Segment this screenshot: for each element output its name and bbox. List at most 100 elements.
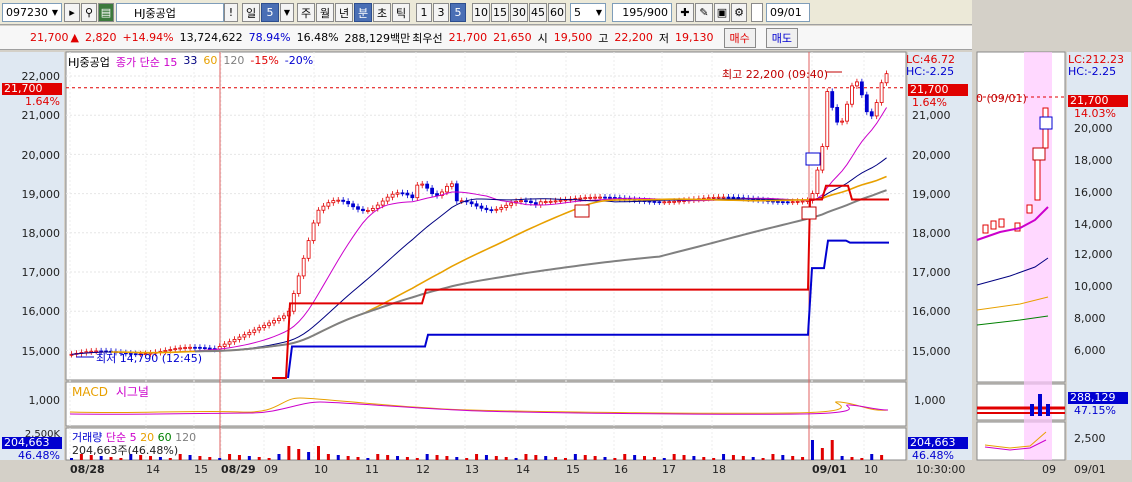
page-count-field[interactable]: 195/900: [612, 3, 672, 22]
candle-body: [543, 201, 548, 204]
volume-bar: [702, 457, 706, 460]
candle-body: [884, 73, 889, 84]
candle-body: [267, 322, 271, 326]
side-sell-signal: [1039, 116, 1053, 130]
alert-button[interactable]: !: [224, 3, 238, 22]
volume-bar: [801, 457, 805, 460]
candle-body: [859, 81, 864, 96]
candle-body: [193, 346, 197, 349]
buy-signal: [574, 204, 590, 218]
candle-body: [237, 336, 242, 340]
side-note: 0 (09/01): [976, 92, 1027, 105]
stock-code-input[interactable]: 097230 ▼: [2, 3, 62, 22]
candle-body: [830, 91, 835, 108]
candle-body: [785, 201, 790, 204]
candle-body: [420, 183, 425, 186]
stock-group-icon[interactable]: ▤: [98, 3, 114, 22]
candle-body: [825, 91, 830, 147]
tab-yearly[interactable]: 년: [335, 3, 353, 22]
minute-45[interactable]: 45: [529, 3, 547, 22]
current-price: 21,700: [30, 31, 69, 44]
volume-bar: [257, 457, 261, 460]
volume-bar: [287, 446, 291, 460]
candle-body: [479, 205, 484, 209]
date-input[interactable]: 09/01: [766, 3, 810, 22]
candle-body: [430, 187, 435, 195]
settings-icon[interactable]: ⚙: [731, 3, 747, 22]
volume-bar: [119, 458, 123, 460]
minute-10[interactable]: 10: [472, 3, 490, 22]
volume-bar: [593, 456, 597, 460]
minute-30[interactable]: 30: [510, 3, 528, 22]
crosshair-icon[interactable]: ✚: [676, 3, 694, 22]
candle-body: [282, 315, 286, 319]
candle-body: [588, 196, 593, 199]
volume-bar: [514, 458, 518, 460]
main-chart[interactable]: [0, 50, 1132, 482]
side-vol-tick: 2,500: [1074, 432, 1106, 445]
draw-tool-icon[interactable]: ✎: [695, 3, 713, 22]
current-time: 10:30:00: [916, 463, 966, 476]
legend-env-low2: -20%: [284, 54, 314, 67]
volume-bar: [781, 455, 785, 460]
minute-3[interactable]: 3: [433, 3, 449, 22]
stock-name-field[interactable]: HJ중공업: [116, 3, 224, 22]
tab-minute[interactable]: 분: [354, 3, 372, 22]
side-tick: 16,000: [1074, 186, 1113, 199]
tab-tick[interactable]: 틱: [392, 3, 410, 22]
volume-bar: [563, 458, 567, 460]
candle-body: [370, 208, 375, 211]
volume-bar: [643, 456, 647, 460]
macd-signal: 시그널: [115, 385, 149, 399]
volume-bar: [445, 456, 449, 460]
side-vol-bar: [1038, 394, 1042, 416]
minute-60[interactable]: 60: [548, 3, 566, 22]
tab-second[interactable]: 초: [373, 3, 391, 22]
legend-env-low: -15%: [250, 54, 279, 67]
volume-tag-right: 204,663: [908, 437, 968, 449]
tab-weekly[interactable]: 주: [297, 3, 315, 22]
volume-info: 204,663주(46.48%): [72, 444, 179, 457]
search-icon[interactable]: ⚲: [81, 3, 97, 22]
turnover-ratio: 16.48%: [296, 31, 339, 44]
minute-15[interactable]: 15: [491, 3, 509, 22]
candle-body: [800, 200, 805, 203]
buy-button[interactable]: 매수: [723, 27, 756, 48]
macd-tick-left: 1,000: [28, 394, 61, 407]
volume-bar: [633, 455, 637, 460]
date-checkbox[interactable]: [751, 3, 763, 22]
volume-bar: [880, 455, 884, 460]
volume-bar: [544, 456, 548, 460]
buy-signal: [801, 206, 817, 220]
candle-body: [879, 82, 884, 103]
legend-ma15: 종가 단순 15: [115, 56, 178, 69]
open-price: 19,500: [553, 31, 593, 44]
save-icon[interactable]: ▣: [714, 3, 730, 22]
candle-body: [815, 169, 820, 195]
sell-signal: [805, 152, 821, 166]
high-price: 22,200: [614, 31, 653, 44]
tab-period-value[interactable]: 5: [261, 3, 279, 22]
tab-daily[interactable]: 일: [242, 3, 260, 22]
candle-body: [874, 102, 879, 117]
minute-5[interactable]: 5: [450, 3, 466, 22]
candle-body: [489, 209, 494, 212]
y-tick-18000: 18,000: [21, 227, 61, 240]
minute-1[interactable]: 1: [416, 3, 432, 22]
candle-body: [202, 347, 207, 350]
volume-bar: [376, 454, 380, 460]
candle-body: [657, 201, 662, 204]
count-input[interactable]: 5 ▼: [570, 3, 606, 22]
expand-icon[interactable]: ▸: [64, 3, 80, 22]
volume-bar: [267, 458, 271, 460]
candle-body: [864, 94, 869, 113]
tab-monthly[interactable]: 월: [316, 3, 334, 22]
y-tick-15000: 15,000: [21, 345, 61, 358]
period-dropdown-icon[interactable]: ▼: [280, 3, 294, 22]
side-x-label: 09: [1042, 463, 1056, 476]
volume-bar: [830, 440, 834, 460]
volume-bar: [524, 454, 528, 460]
sell-button[interactable]: 매도: [765, 27, 799, 48]
side-tick: 8,000: [1074, 312, 1106, 325]
candle-body: [662, 201, 667, 204]
